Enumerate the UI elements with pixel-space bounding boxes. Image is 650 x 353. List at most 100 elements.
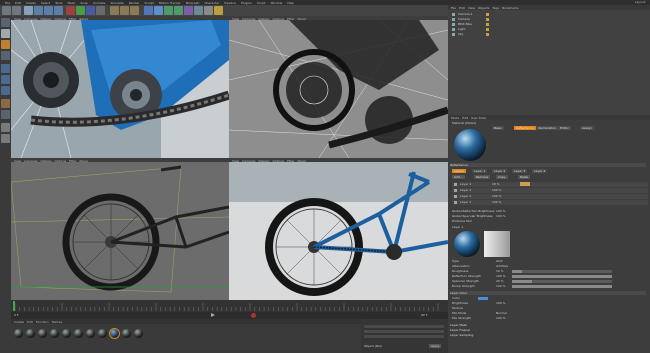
layer-value[interactable]: 18 %	[492, 182, 500, 186]
world-coordinates-icon[interactable]	[96, 6, 105, 15]
layer-value[interactable]: 100 %	[492, 194, 502, 198]
y-axis-icon[interactable]	[76, 6, 85, 15]
materials-menu-edit[interactable]: Edit	[27, 320, 33, 324]
layer-fresnel-section[interactable]: Layer Fresnel	[450, 328, 470, 332]
render-picture-viewer-icon[interactable]	[120, 6, 129, 15]
layer-value[interactable]: 100 %	[492, 188, 502, 192]
bump-strength-slider[interactable]	[512, 285, 612, 288]
deformer-icon[interactable]	[184, 6, 193, 15]
layer-row[interactable]: Layer 1 100 %	[452, 200, 648, 205]
polygons-mode-icon[interactable]	[1, 86, 10, 95]
layer-button-remove[interactable]: Remove	[474, 175, 491, 179]
cube-icon[interactable]	[144, 6, 153, 15]
attributes-menu-user-data[interactable]: User Data	[471, 116, 486, 120]
layer-visibility-icon[interactable]	[454, 189, 457, 192]
material-swatch[interactable]	[50, 329, 59, 338]
render-view-icon[interactable]	[110, 6, 119, 15]
tab-assign[interactable]: Assign	[580, 126, 594, 130]
object-row[interactable]: Camera	[448, 17, 650, 21]
tweak-mode-icon[interactable]	[1, 110, 10, 119]
redo-icon[interactable]	[12, 6, 21, 15]
materials-menu-create[interactable]: Create	[14, 320, 24, 324]
viewport-wireframe[interactable]: View Cameras Display Options Filter Panel	[229, 16, 448, 158]
scale-icon[interactable]	[44, 6, 53, 15]
lock-workplane-icon[interactable]	[1, 134, 10, 143]
apply-button[interactable]: Apply	[429, 344, 442, 348]
layer-tab-1[interactable]: Layer 1	[472, 169, 488, 173]
start-frame[interactable]: 0 F	[14, 313, 19, 317]
material-swatch[interactable]	[38, 329, 47, 338]
layer-button-paste[interactable]: Paste	[518, 175, 531, 179]
timeline[interactable]	[11, 300, 448, 312]
global-reflection-value[interactable]: 100 %	[496, 209, 506, 213]
array-icon[interactable]	[174, 6, 183, 15]
layer-button-add[interactable]: Add...	[452, 175, 465, 179]
objects-menu-edit[interactable]: Edit	[459, 6, 465, 10]
mix-mode-value[interactable]: Normal	[496, 311, 507, 315]
viewport-perspective-render[interactable]: View Cameras Display Options Filter Panel	[11, 16, 229, 158]
tab-illumination[interactable]: Illumination	[536, 126, 558, 130]
attenuation-value[interactable]: Additive	[496, 264, 508, 268]
snapping-icon[interactable]	[1, 123, 10, 132]
objects-menu-file[interactable]: File	[451, 6, 456, 10]
render-settings-icon[interactable]	[130, 6, 139, 15]
object-row[interactable]: Sky	[448, 32, 650, 36]
layer-visibility-icon[interactable]	[454, 201, 457, 204]
material-swatch-selected[interactable]	[109, 328, 120, 339]
points-mode-icon[interactable]	[1, 64, 10, 73]
layer-color-section[interactable]: Layer Color	[450, 291, 646, 295]
type-value[interactable]: GGX	[496, 259, 503, 263]
layer-value[interactable]: 100 %	[492, 200, 502, 204]
axis-mode-icon[interactable]	[1, 99, 10, 108]
viewport-front[interactable]: View Cameras Display Options Filter Panel	[11, 158, 229, 300]
material-swatch[interactable]	[74, 329, 83, 338]
layer-visibility-icon[interactable]	[454, 195, 457, 198]
layer-row[interactable]: Layer 2 100 %	[452, 194, 648, 199]
texture-mode-icon[interactable]	[1, 40, 10, 49]
bump-strength-value[interactable]: 100 %	[496, 284, 506, 288]
tab-reflectance[interactable]: Reflectance	[514, 126, 536, 130]
material-swatch[interactable]	[62, 329, 71, 338]
material-swatch[interactable]	[98, 329, 107, 338]
layer-visibility-icon[interactable]	[454, 183, 457, 186]
end-frame[interactable]: 90 F	[421, 313, 428, 317]
object-row[interactable]: BMX Bike	[448, 22, 650, 26]
tab-basic[interactable]: Basic	[492, 126, 504, 130]
material-swatch[interactable]	[134, 329, 143, 338]
viewport-render-bike[interactable]: View Cameras Display Options Filter Panel	[229, 158, 448, 300]
brightness-value[interactable]: 100 %	[496, 301, 506, 305]
x-axis-icon[interactable]	[66, 6, 75, 15]
reflection-strength-slider[interactable]	[512, 275, 612, 278]
attributes-menu-edit[interactable]: Edit	[462, 116, 468, 120]
roughness-value[interactable]: 10 %	[496, 269, 504, 273]
edges-mode-icon[interactable]	[1, 75, 10, 84]
layer-row[interactable]: Layer 3 100 %	[452, 188, 648, 193]
play-icon[interactable]	[211, 313, 215, 317]
subdivision-icon[interactable]	[164, 6, 173, 15]
undo-icon[interactable]	[2, 6, 11, 15]
roughness-slider[interactable]	[512, 270, 612, 273]
make-editable-icon[interactable]	[1, 18, 10, 27]
material-swatch[interactable]	[26, 329, 35, 338]
object-row[interactable]: Camera.1	[448, 12, 650, 16]
material-swatch[interactable]	[14, 329, 23, 338]
move-icon[interactable]	[34, 6, 43, 15]
objects-menu-view[interactable]: View	[468, 6, 475, 10]
camera-icon[interactable]	[204, 6, 213, 15]
object-row[interactable]: Light	[448, 27, 650, 31]
material-swatch[interactable]	[86, 329, 95, 338]
layer-tab-0[interactable]: Layers	[452, 169, 466, 173]
objects-menu-tags[interactable]: Tags	[492, 6, 499, 10]
attributes-menu-mode[interactable]: Mode	[451, 116, 459, 120]
specular-strength-value[interactable]: 20 %	[496, 279, 504, 283]
objects-menu-objects[interactable]: Objects	[478, 6, 489, 10]
global-specular-value[interactable]: 100 %	[496, 214, 506, 218]
light-icon[interactable]	[214, 6, 223, 15]
color-swatch[interactable]	[478, 297, 488, 300]
section-reflectance[interactable]: Reflectance	[450, 163, 646, 167]
layer-tab-4[interactable]: Layer 4	[532, 169, 548, 173]
layer-tab-3[interactable]: Layer 3	[512, 169, 528, 173]
z-axis-icon[interactable]	[86, 6, 95, 15]
layer-tab-2[interactable]: Layer 2	[492, 169, 508, 173]
materials-menu-function[interactable]: Function	[36, 320, 49, 324]
